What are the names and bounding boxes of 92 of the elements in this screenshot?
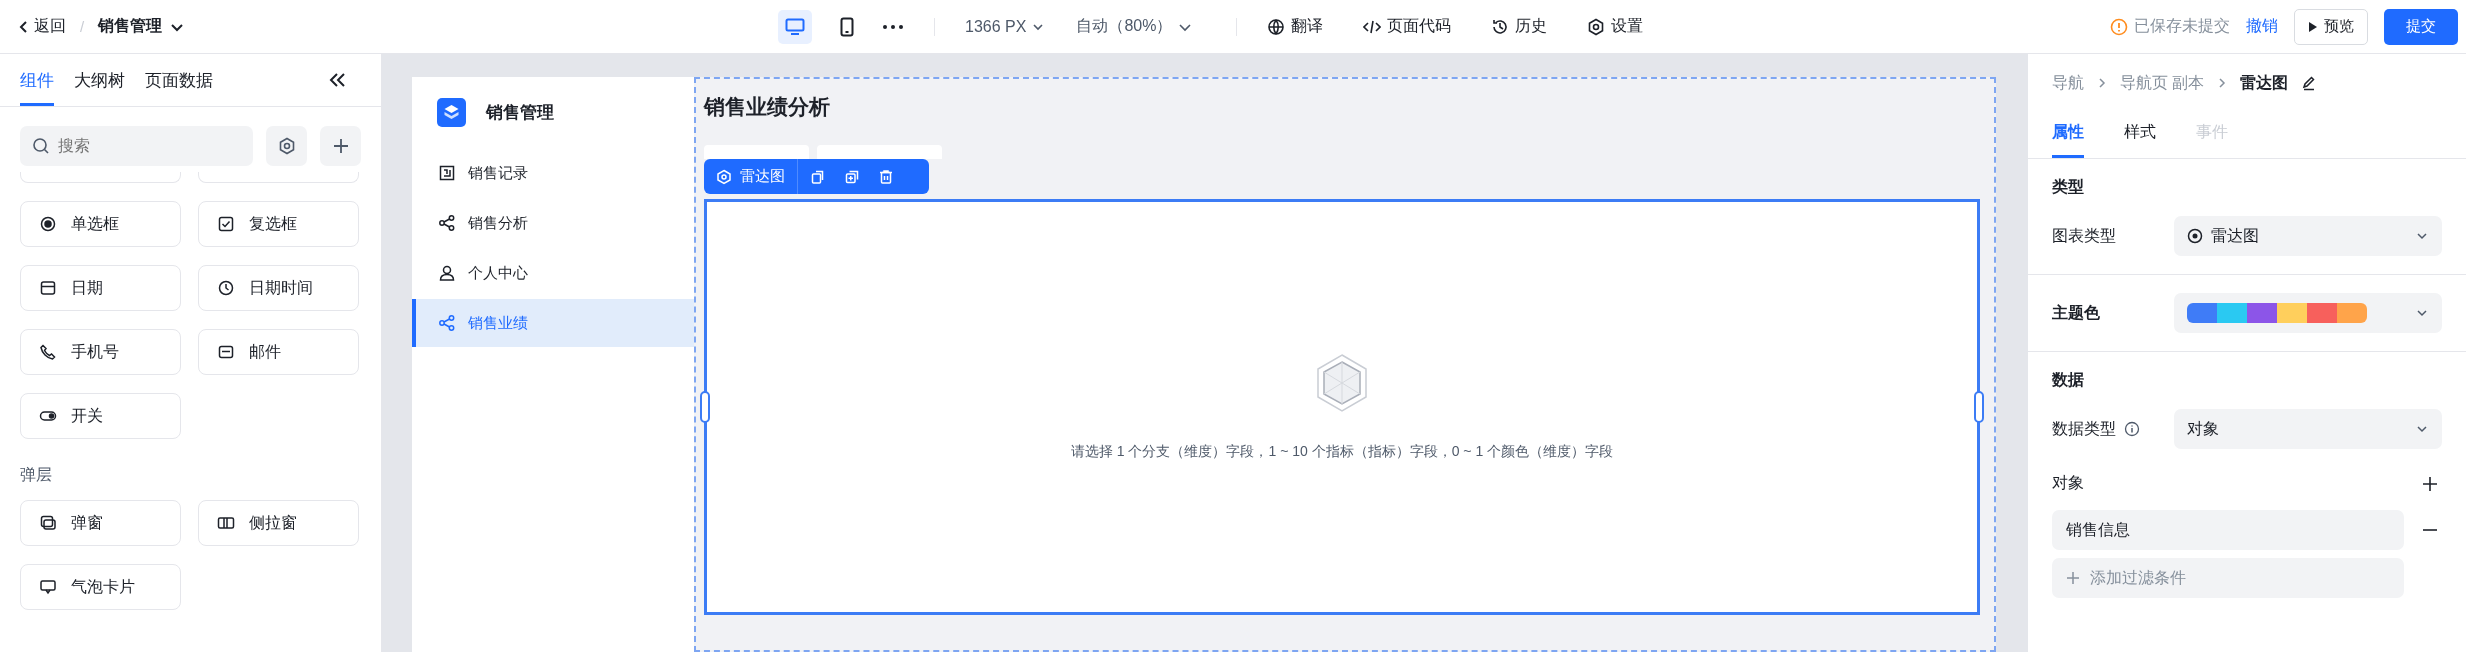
save-status: 已保存未提交 [2134, 16, 2230, 36]
nav-item[interactable]: 销售记录 [412, 149, 694, 197]
properties-tab[interactable]: 属性 [2052, 110, 2084, 158]
empty-hint: 请选择 1 个分支（维度）字段，1 ~ 10 个指标（指标）字段，0 ~ 1 个颜色（维度）字段 [1070, 442, 1614, 461]
component-card[interactable]: 侧拉窗 [198, 500, 359, 546]
undo-link[interactable]: 撤销 [2246, 16, 2278, 37]
zoom-dropdown[interactable]: 自动（80%） [1076, 16, 1193, 37]
width-dropdown[interactable]: 1366 PX [965, 17, 1045, 36]
panel-tab[interactable]: 组件 [20, 54, 54, 106]
component-card[interactable]: 邮件 [198, 329, 359, 375]
component-card[interactable]: 气泡卡片 [20, 564, 181, 610]
calendar-icon [39, 279, 57, 297]
component-card[interactable]: 开关 [20, 393, 181, 439]
section-title: 弹层 [20, 465, 53, 485]
object-field[interactable]: 销售信息 [2052, 510, 2404, 550]
monitor-icon [785, 17, 805, 36]
resize-handle[interactable] [700, 391, 710, 423]
translate-button[interactable]: 翻译 [1267, 16, 1324, 37]
delete-icon[interactable] [878, 168, 894, 185]
more-icon[interactable] [882, 23, 904, 30]
component-card[interactable]: 手机号 [20, 329, 181, 375]
globe-icon [1267, 17, 1286, 36]
app-switcher[interactable]: 销售管理 [98, 16, 185, 37]
field-label: 图表类型 [2052, 225, 2116, 246]
field-label: 主题色 [2052, 302, 2100, 323]
settings-button[interactable] [266, 126, 307, 166]
chevron-left-icon [18, 19, 30, 34]
chevron-right-icon [2217, 76, 2228, 90]
warning-icon [2110, 17, 2128, 36]
component-card[interactable]: 日期 [20, 265, 181, 311]
edit-icon[interactable] [2301, 75, 2318, 91]
history-icon [1491, 17, 1510, 36]
history-button[interactable]: 历史 [1491, 16, 1548, 37]
nav-item[interactable]: 个人中心 [412, 249, 694, 297]
search-field[interactable]: 搜索 [20, 126, 253, 166]
component-type-button[interactable]: 雷达图 [716, 167, 785, 186]
radio-icon [39, 215, 57, 233]
resize-handle[interactable] [1974, 391, 1984, 423]
page-title: 销售业绩分析 [704, 94, 830, 120]
settings-button[interactable]: 设置 [1587, 16, 1644, 37]
share-icon [438, 214, 456, 232]
settings-icon [716, 168, 732, 185]
code-button[interactable]: 页面代码 [1363, 16, 1452, 37]
modal-icon [39, 514, 57, 532]
settings-icon [1587, 17, 1606, 36]
chart-type-select[interactable]: 雷达图 [2174, 216, 2442, 256]
properties-tab[interactable]: 样式 [2124, 110, 2156, 158]
phone-icon [39, 343, 57, 361]
chevron-right-icon [2097, 76, 2107, 90]
back-link[interactable]: 返回 [18, 16, 66, 37]
theme-color-select[interactable] [2174, 293, 2442, 333]
panel-tab[interactable]: 大纲树 [74, 54, 125, 106]
plus-icon [331, 137, 350, 155]
app-title: 销售管理 [486, 101, 554, 124]
submit-button[interactable]: 提交 [2384, 8, 2458, 45]
drawer-icon [217, 514, 235, 532]
field-label: 对象 [2052, 473, 2084, 493]
panel-tab[interactable]: 页面数据 [145, 54, 213, 106]
document-icon [438, 164, 456, 182]
component-card[interactable]: 弹窗 [20, 500, 181, 546]
app-logo-icon [437, 97, 466, 127]
section-title: 类型 [2052, 177, 2085, 197]
play-icon [2308, 20, 2318, 33]
desktop-view-button[interactable] [778, 9, 812, 44]
add-icon[interactable] [2422, 475, 2438, 492]
settings-icon [277, 137, 296, 155]
popover-icon [39, 578, 57, 596]
target-icon [2187, 228, 2203, 244]
field-label: 数据类型 [2052, 418, 2116, 439]
duplicate-icon[interactable] [844, 168, 860, 185]
nav-item[interactable]: 销售业绩 [412, 299, 694, 347]
data-type-select[interactable]: 对象 [2174, 409, 2442, 449]
remove-icon[interactable] [2422, 528, 2438, 532]
radar-chart-icon [1315, 353, 1369, 413]
preview-button[interactable]: 预览 [2294, 8, 2368, 45]
component-card[interactable]: 复选框 [198, 201, 359, 247]
share-icon [438, 314, 456, 332]
nav-item[interactable]: 销售分析 [412, 199, 694, 247]
breadcrumb-item: 雷达图 [2240, 72, 2289, 93]
info-icon[interactable] [2124, 421, 2140, 437]
mail-icon [217, 343, 235, 361]
breadcrumb-separator: / [80, 18, 85, 35]
checkbox-icon [217, 215, 235, 233]
copy-icon[interactable] [810, 168, 826, 185]
component-card[interactable]: 单选框 [20, 201, 181, 247]
phone-icon [840, 16, 854, 37]
plus-icon [2066, 571, 2080, 585]
section-title: 数据 [2052, 370, 2085, 390]
clock-icon [217, 279, 235, 297]
component-card[interactable]: 日期时间 [198, 265, 359, 311]
add-button[interactable] [320, 126, 361, 166]
user-icon [438, 264, 456, 282]
